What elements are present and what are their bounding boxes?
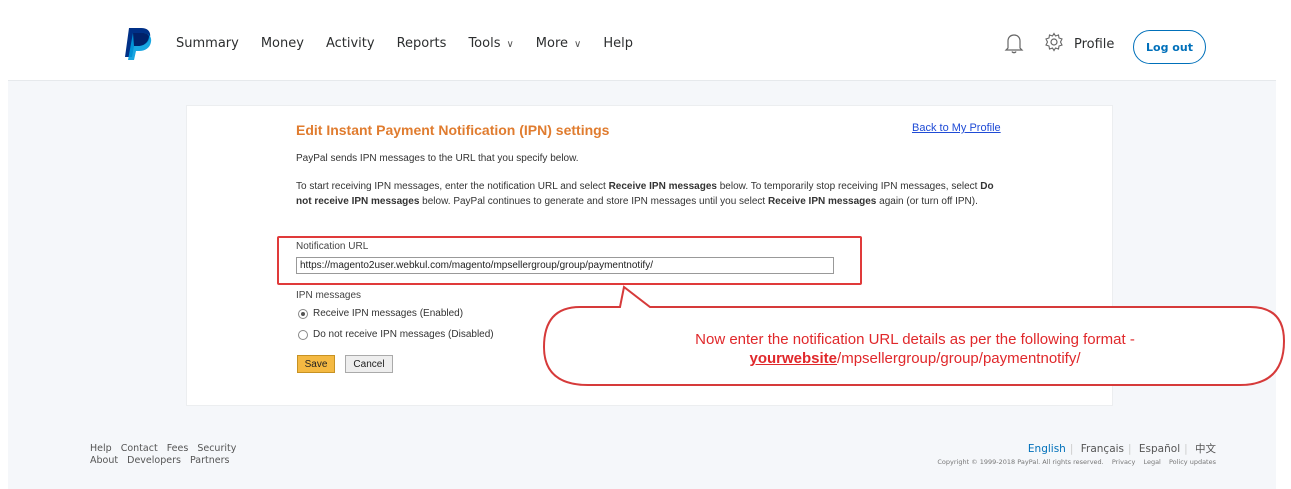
- footer-link-developers[interactable]: Developers: [127, 455, 181, 466]
- footer-link-contact[interactable]: Contact: [121, 443, 158, 454]
- nav-summary-label: Summary: [176, 36, 239, 51]
- copyright-text: Copyright © 1999-2018 PayPal. All rights…: [937, 458, 1104, 466]
- instructions-part-2: below. To temporarily stop receiving IPN…: [716, 181, 981, 192]
- footer-right: English | Français | Español | 中文 Copyright…: [931, 441, 1216, 466]
- page-title: Edit Instant Payment Notification (IPN) …: [296, 122, 610, 138]
- profile-link[interactable]: Profile: [1074, 37, 1114, 52]
- nav-money-label: Money: [260, 36, 304, 51]
- instructions-part-4: again (or turn off IPN).: [876, 195, 978, 207]
- radio-disabled[interactable]: [298, 329, 308, 340]
- callout-placeholder-website: yourwebsite: [749, 350, 838, 367]
- lang-french[interactable]: Français: [1081, 443, 1124, 455]
- footer-row-1: Help Contact Fees Security: [90, 443, 242, 455]
- nav-summary[interactable]: Summary: [176, 36, 239, 51]
- lang-divider: |: [1184, 443, 1188, 455]
- radio-enabled[interactable]: [298, 308, 308, 319]
- bell-icon[interactable]: [1004, 32, 1024, 54]
- callout-line-1: Now enter the notification URL details a…: [695, 331, 1135, 348]
- ipn-messages-label: IPN messages: [296, 290, 362, 301]
- nav-help-label: Help: [603, 36, 633, 51]
- intro-text: PayPal sends IPN messages to the URL tha…: [296, 153, 579, 164]
- radio-enabled-row[interactable]: Receive IPN messages (Enabled): [298, 308, 463, 319]
- footer-link-partners[interactable]: Partners: [190, 455, 229, 466]
- nav-reports[interactable]: Reports: [397, 36, 447, 51]
- instructions-text: To start receiving IPN messages, enter t…: [296, 180, 996, 209]
- main-nav: Summary Money Activity Reports Tools ∨ Mo…: [176, 36, 655, 51]
- logout-button[interactable]: Log out: [1133, 30, 1206, 64]
- chevron-down-icon: ∨: [574, 39, 582, 50]
- nav-money[interactable]: Money: [261, 36, 304, 51]
- footer-link-fees[interactable]: Fees: [167, 443, 189, 454]
- footer-link-about[interactable]: About: [90, 455, 118, 466]
- radio-disabled-label: Do not receive IPN messages (Disabled): [313, 329, 494, 340]
- save-button[interactable]: Save: [297, 355, 335, 373]
- cancel-button[interactable]: Cancel: [345, 355, 393, 373]
- nav-activity[interactable]: Activity: [326, 36, 375, 51]
- lang-chinese[interactable]: 中文: [1195, 443, 1216, 455]
- nav-reports-label: Reports: [396, 36, 447, 51]
- nav-more-label: More: [535, 36, 569, 51]
- callout-line-2: yourwebsite/mpsellergroup/group/paymentn…: [560, 349, 1270, 368]
- lang-divider: |: [1069, 443, 1074, 455]
- footer-link-privacy[interactable]: Privacy: [1112, 458, 1136, 466]
- callout-path: /mpsellergroup/group/paymentnotify/: [837, 350, 1081, 367]
- lang-divider: |: [1128, 443, 1132, 455]
- instructions-bold-1: Receive IPN messages: [608, 181, 717, 192]
- copyright-row: Copyright © 1999-2018 PayPal. All rights…: [931, 458, 1216, 466]
- nav-activity-label: Activity: [325, 36, 375, 51]
- footer-link-legal[interactable]: Legal: [1143, 458, 1160, 466]
- notification-url-input[interactable]: [296, 257, 834, 274]
- nav-tools[interactable]: Tools ∨: [468, 36, 513, 51]
- footer-link-security[interactable]: Security: [197, 443, 236, 454]
- instructions-part-1: To start receiving IPN messages, enter t…: [296, 181, 609, 192]
- nav-more[interactable]: More ∨: [536, 36, 582, 51]
- footer-link-policy-updates[interactable]: Policy updates: [1169, 458, 1216, 466]
- footer-link-help[interactable]: Help: [90, 443, 112, 454]
- lang-spanish[interactable]: Español: [1139, 443, 1180, 455]
- back-to-profile-link[interactable]: Back to My Profile: [912, 122, 1001, 134]
- language-selector: English | Français | Español | 中文: [931, 441, 1216, 456]
- instructions-bold-3: Receive IPN messages: [767, 195, 877, 207]
- gear-icon[interactable]: [1044, 32, 1064, 52]
- footer-links: Help Contact Fees Security About Develop…: [90, 443, 242, 467]
- radio-disabled-row[interactable]: Do not receive IPN messages (Disabled): [298, 329, 494, 340]
- chevron-down-icon: ∨: [506, 39, 514, 50]
- radio-enabled-label: Receive IPN messages (Enabled): [313, 308, 464, 319]
- nav-help[interactable]: Help: [603, 36, 633, 51]
- nav-tools-label: Tools: [468, 36, 501, 51]
- paypal-logo-icon[interactable]: [123, 26, 153, 60]
- instructions-part-3: below. PayPal continues to generate and …: [419, 195, 768, 207]
- annotation-callout-text: Now enter the notification URL details a…: [560, 330, 1270, 368]
- lang-english[interactable]: English: [1028, 443, 1066, 455]
- footer-row-2: About Developers Partners: [90, 455, 242, 467]
- notification-url-label: Notification URL: [296, 241, 369, 252]
